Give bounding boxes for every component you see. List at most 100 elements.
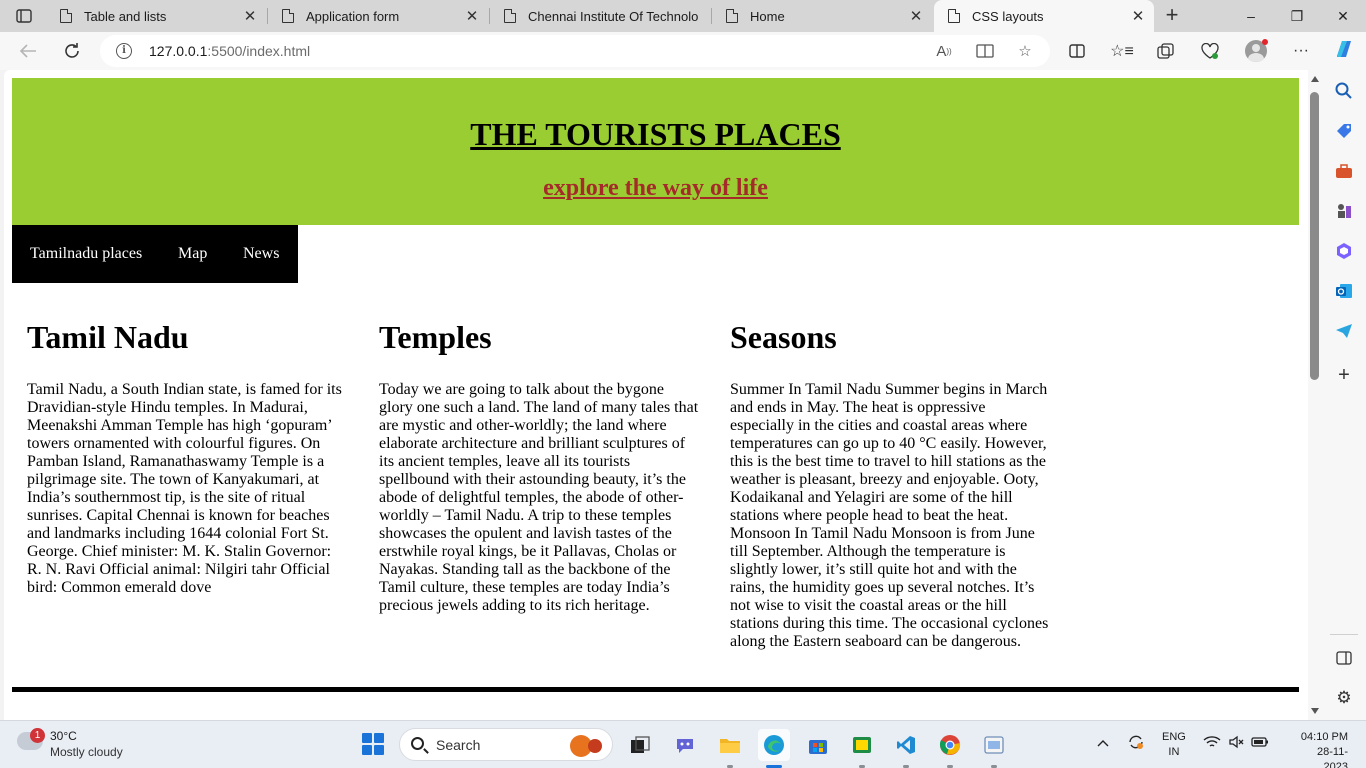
sidebar-settings-button[interactable]: ⚙ <box>1333 687 1355 709</box>
clock[interactable]: 04:10 PM 28-11-2023 <box>1298 730 1348 768</box>
collections-button[interactable] <box>1150 36 1182 66</box>
start-button[interactable] <box>362 733 384 755</box>
immersive-reader-icon[interactable] <box>974 41 996 61</box>
scroll-up-icon[interactable] <box>1311 76 1319 82</box>
games-button[interactable] <box>1333 200 1355 222</box>
web-content: THE TOURISTS PLACES explore the way of l… <box>4 70 1322 720</box>
nav-link-map[interactable]: Map <box>178 245 207 263</box>
url-path: :5500/index.html <box>207 43 311 59</box>
sync-icon <box>1129 735 1143 749</box>
column-seasons: Seasons Summer In Tamil Nadu Summer begi… <box>730 318 1052 651</box>
url-text[interactable]: 127.0.0.1:5500/index.html <box>149 43 310 59</box>
language-code: ENG <box>1162 731 1186 743</box>
read-aloud-icon[interactable]: A)) <box>933 41 955 61</box>
maximize-button[interactable]: ❐ <box>1274 0 1320 32</box>
back-arrow-icon <box>19 44 36 58</box>
page-icon <box>504 9 516 23</box>
search-icon <box>1335 82 1352 99</box>
new-tab-button[interactable]: + <box>1158 4 1186 28</box>
favorites-button[interactable]: ☆≡ <box>1106 36 1138 66</box>
store-button[interactable] <box>802 729 834 761</box>
tab-table-and-lists[interactable]: Table and lists ✕ <box>46 0 266 32</box>
tools-button[interactable] <box>1333 160 1355 182</box>
battery-button[interactable] <box>1251 736 1269 751</box>
tag-icon <box>1337 124 1351 138</box>
tab-strip: Table and lists ✕ Application form ✕ Che… <box>0 0 1366 32</box>
vertical-scrollbar[interactable] <box>1308 70 1322 720</box>
browser-essentials-button[interactable] <box>1194 36 1226 66</box>
taskbar-search[interactable]: Search <box>399 728 613 761</box>
clock-date: 28-11-2023 <box>1317 746 1348 768</box>
telegram-button[interactable] <box>1333 320 1355 342</box>
store-icon <box>809 740 827 754</box>
search-icon <box>411 737 424 750</box>
close-icon[interactable]: ✕ <box>462 7 482 25</box>
tab-application-form[interactable]: Application form ✕ <box>268 0 488 32</box>
volume-button[interactable] <box>1229 735 1245 752</box>
tab-title: Table and lists <box>84 8 167 24</box>
scroll-thumb[interactable] <box>1310 92 1319 380</box>
tab-actions-button[interactable] <box>8 4 40 28</box>
column-text: Tamil Nadu, a South Indian state, is fam… <box>27 381 342 596</box>
page-subtitle: explore the way of life <box>543 175 768 201</box>
page-icon <box>948 9 960 23</box>
refresh-button[interactable] <box>56 36 88 66</box>
sync-tray-button[interactable] <box>1127 733 1145 754</box>
chrome-button[interactable] <box>934 729 966 761</box>
copilot-button[interactable] <box>1333 38 1355 60</box>
edge-taskbar-button[interactable] <box>758 729 790 761</box>
outlook-button[interactable] <box>1333 280 1355 302</box>
column-tamil-nadu: Tamil Nadu Tamil Nadu, a South Indian st… <box>27 318 349 597</box>
search-sidebar-button[interactable] <box>1333 80 1355 102</box>
tab-chennai-institute[interactable]: Chennai Institute Of Technolo <box>490 0 710 32</box>
vscode-button[interactable] <box>890 729 922 761</box>
tab-home[interactable]: Home ✕ <box>712 0 932 32</box>
close-window-button[interactable]: ✕ <box>1320 0 1366 32</box>
url-host: 127.0.0.1 <box>149 43 208 59</box>
task-view-icon <box>631 736 650 753</box>
site-info-icon[interactable]: i <box>116 43 132 59</box>
page-icon <box>726 9 738 23</box>
teams-chat-button[interactable] <box>669 729 701 761</box>
close-icon[interactable]: ✕ <box>906 7 926 25</box>
close-icon[interactable]: ✕ <box>240 7 260 25</box>
nav-link-tamilnadu-places[interactable]: Tamilnadu places <box>30 245 142 263</box>
weather-temperature[interactable]: 30°C <box>50 729 77 743</box>
shopping-button[interactable] <box>1333 120 1355 142</box>
refresh-icon <box>65 43 79 58</box>
add-sidebar-app-button[interactable]: + <box>1333 364 1355 386</box>
photos-app-button[interactable] <box>846 729 878 761</box>
settings-more-button[interactable]: ··· <box>1285 36 1317 66</box>
wifi-button[interactable] <box>1203 735 1221 752</box>
language-indicator[interactable]: ENG IN <box>1162 730 1186 760</box>
region-code: IN <box>1168 746 1180 758</box>
toolbox-icon <box>1336 164 1352 178</box>
copilot-icon <box>1337 41 1351 57</box>
address-bar[interactable]: i 127.0.0.1:5500/index.html A)) ☆ <box>100 35 1050 67</box>
back-button[interactable] <box>12 36 44 66</box>
file-explorer-button[interactable] <box>714 729 746 761</box>
tab-actions-icon <box>16 9 32 23</box>
close-icon: ✕ <box>1337 7 1349 24</box>
weather-description[interactable]: Mostly cloudy <box>50 745 123 759</box>
wifi-icon <box>1203 736 1221 747</box>
paint-app-button[interactable] <box>978 729 1010 761</box>
favorite-star-icon[interactable]: ☆ <box>1014 41 1036 61</box>
task-view-button[interactable] <box>624 729 656 761</box>
nav-link-news[interactable]: News <box>243 245 279 263</box>
microsoft-365-button[interactable] <box>1333 240 1355 262</box>
sidebar-panel-icon <box>1336 651 1352 665</box>
windows-logo-icon <box>362 733 372 743</box>
vscode-icon <box>897 736 915 754</box>
footer-divider <box>12 687 1299 692</box>
column-heading: Temples <box>379 319 492 355</box>
search-label: Search <box>436 737 481 753</box>
minimize-button[interactable]: – <box>1228 0 1274 32</box>
show-hidden-icons-button[interactable] <box>1097 735 1109 750</box>
hide-sidebar-button[interactable] <box>1333 647 1355 669</box>
tab-css-layouts[interactable]: CSS layouts ✕ <box>934 0 1154 32</box>
split-screen-button[interactable] <box>1061 36 1093 66</box>
scroll-down-icon[interactable] <box>1311 708 1319 714</box>
close-icon[interactable]: ✕ <box>1128 7 1148 25</box>
speaker-muted-icon <box>1229 735 1244 749</box>
